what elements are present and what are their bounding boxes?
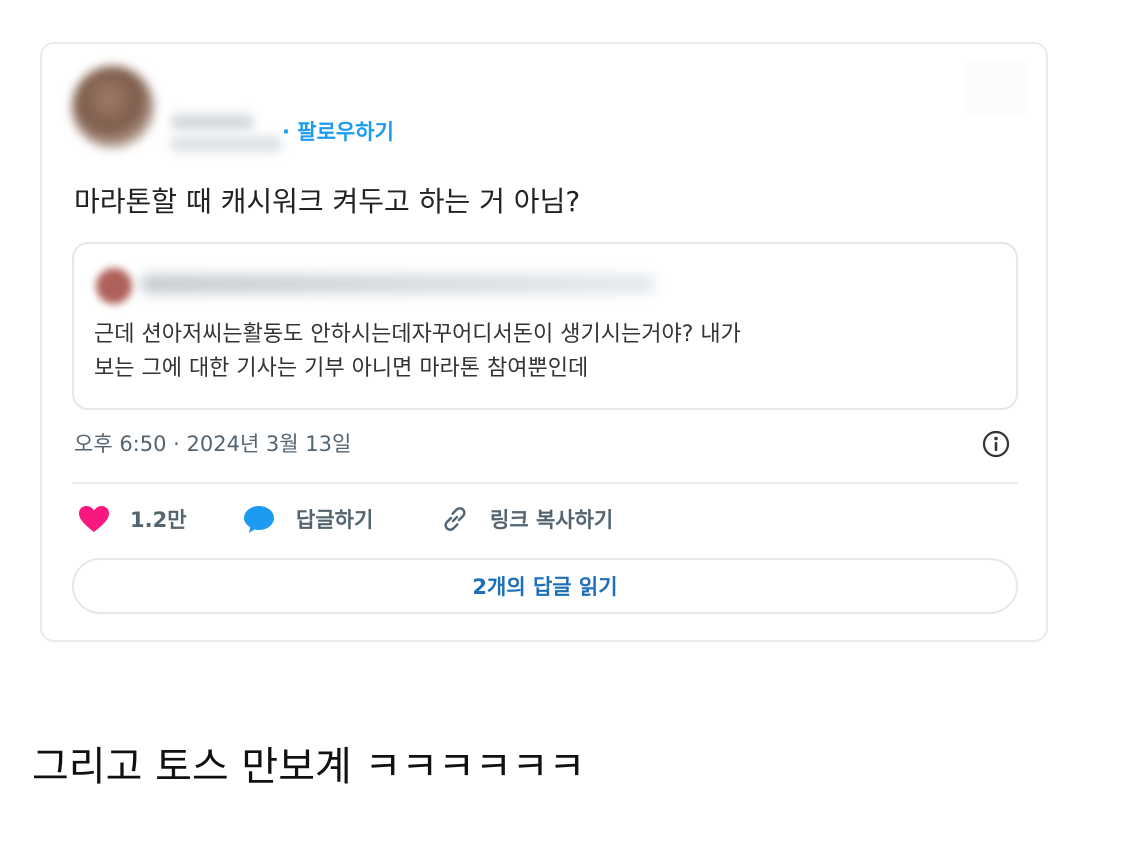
tweet-embed-card: · 팔로우하기 마라톤할 때 캐시워크 켜두고 하는 거 아님? 근데 션아저씨…: [40, 42, 1048, 642]
follow-link[interactable]: · 팔로우하기: [282, 116, 394, 146]
info-icon[interactable]: [982, 430, 1010, 458]
reply-label: 답글하기: [296, 508, 374, 532]
post-caption: 그리고 토스 만보계 ㅋㅋㅋㅋㅋㅋ: [32, 744, 586, 790]
copy-link-label: 링크 복사하기: [490, 508, 614, 532]
author-handle-blurred[interactable]: [170, 136, 282, 152]
quoted-author-meta-blurred: [140, 274, 656, 294]
like-button[interactable]: 1.2만: [78, 504, 187, 534]
copy-link-button[interactable]: 링크 복사하기: [440, 504, 613, 534]
quoted-author-avatar: [96, 268, 132, 304]
quoted-tweet[interactable]: 근데 션아저씨는활동도 안하시는데자꾸어디서돈이 생기시는거야? 내가 보는 그…: [72, 242, 1018, 410]
divider: [72, 482, 1018, 484]
author-name-blurred[interactable]: [170, 114, 254, 130]
reply-button[interactable]: 답글하기: [242, 504, 373, 534]
author-avatar[interactable]: [72, 66, 154, 148]
page: · 팔로우하기 마라톤할 때 캐시워크 켜두고 하는 거 아님? 근데 션아저씨…: [0, 0, 1125, 847]
tweet-text: 마라톤할 때 캐시워크 켜두고 하는 거 아님?: [74, 185, 581, 218]
read-replies-button[interactable]: 2개의 답글 읽기: [72, 558, 1018, 614]
speech-bubble-icon: [244, 506, 274, 533]
quoted-text-line-1: 근데 션아저씨는활동도 안하시는데자꾸어디서돈이 생기시는거야? 내가: [94, 322, 741, 347]
more-options-area: [964, 60, 1028, 116]
quoted-text-line-2: 보는 그에 대한 기사는 기부 아니면 마라톤 참여뿐인데: [94, 356, 589, 381]
heart-icon: [79, 506, 109, 532]
tweet-timestamp[interactable]: 오후 6:50 · 2024년 3월 13일: [74, 428, 351, 458]
link-icon: [444, 507, 466, 531]
quoted-tweet-text: 근데 션아저씨는활동도 안하시는데자꾸어디서돈이 생기시는거야? 내가 보는 그…: [94, 318, 741, 386]
like-count: 1.2만: [130, 508, 187, 532]
